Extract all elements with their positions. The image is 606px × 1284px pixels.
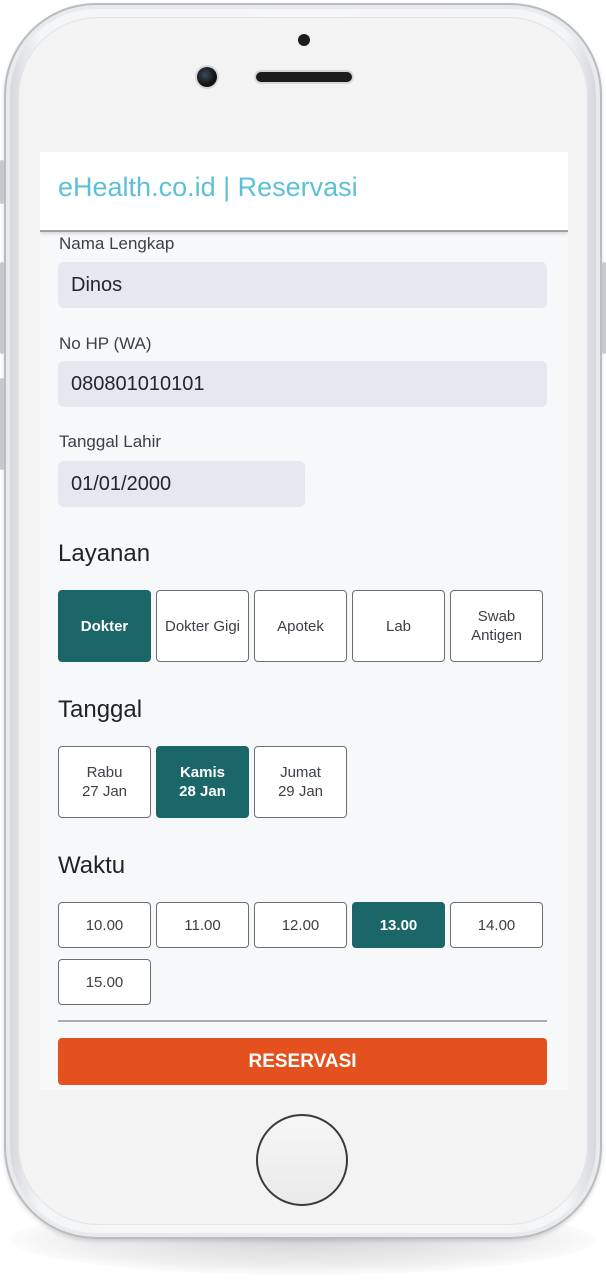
date-date-label: 28 Jan	[179, 783, 226, 800]
time-label: 10.00	[85, 916, 124, 934]
time-option-1300[interactable]: 13.00	[352, 902, 445, 948]
earpiece-speaker	[256, 72, 352, 82]
service-dokter[interactable]: Dokter	[58, 590, 151, 662]
service-dokter-gigi-label: Dokter Gigi	[164, 617, 241, 635]
birthdate-label: Tanggal Lahir	[59, 432, 162, 451]
app-screen: eHealth.co.id | Reservasi Nama Lengkap N…	[40, 152, 568, 1090]
service-apotek-label: Apotek	[277, 617, 324, 635]
service-swab-antigen[interactable]: Swab Antigen	[450, 590, 543, 662]
date-day-label: Rabu	[86, 764, 123, 781]
date-day-label: Kamis	[179, 764, 225, 781]
home-button[interactable]	[256, 1114, 348, 1206]
time-option-1400[interactable]: 14.00	[450, 902, 543, 948]
service-lab[interactable]: Lab	[352, 590, 445, 662]
time-label: 15.00	[85, 973, 124, 991]
name-label: Nama Lengkap	[59, 234, 175, 253]
reserve-button[interactable]: RESERVASI	[58, 1038, 547, 1085]
power-button	[602, 262, 606, 354]
time-label: 12.00	[281, 916, 320, 934]
time-label: 14.00	[477, 916, 516, 934]
service-swab-label-line1: Swab	[477, 608, 516, 625]
volume-up-button	[0, 262, 4, 354]
mute-switch	[0, 160, 4, 204]
service-apotek[interactable]: Apotek	[254, 590, 347, 662]
phone-input[interactable]	[58, 361, 547, 407]
date-option-jumat[interactable]: Jumat 29 Jan	[254, 746, 347, 818]
front-camera	[197, 67, 217, 87]
birthdate-input[interactable]	[58, 461, 305, 507]
service-lab-label: Lab	[385, 617, 412, 635]
app-header: eHealth.co.id | Reservasi	[40, 152, 568, 232]
service-dokter-gigi[interactable]: Dokter Gigi	[156, 590, 249, 662]
services-title: Layanan	[58, 540, 151, 567]
date-option-kamis[interactable]: Kamis 28 Jan	[156, 746, 249, 818]
time-label: 13.00	[379, 916, 418, 934]
service-swab-label-line2: Antigen	[471, 627, 522, 644]
form-divider	[58, 1020, 547, 1022]
phone-label: No HP (WA)	[59, 334, 152, 353]
name-input[interactable]	[58, 262, 547, 308]
dates-title: Tanggal	[58, 696, 143, 723]
time-option-1200[interactable]: 12.00	[254, 902, 347, 948]
service-dokter-label: Dokter	[80, 617, 129, 635]
time-option-1100[interactable]: 11.00	[156, 902, 249, 948]
time-label: 11.00	[184, 916, 221, 934]
date-option-rabu[interactable]: Rabu 27 Jan	[58, 746, 151, 818]
date-day-label: Jumat	[280, 764, 321, 781]
time-option-1000[interactable]: 10.00	[58, 902, 151, 948]
time-option-1500[interactable]: 15.00	[58, 959, 151, 1005]
app-title: eHealth.co.id | Reservasi	[58, 172, 358, 202]
proximity-sensor	[298, 34, 310, 46]
date-date-label: 27 Jan	[81, 783, 128, 800]
date-date-label: 29 Jan	[277, 783, 324, 800]
volume-down-button	[0, 378, 4, 470]
times-title: Waktu	[58, 852, 126, 879]
